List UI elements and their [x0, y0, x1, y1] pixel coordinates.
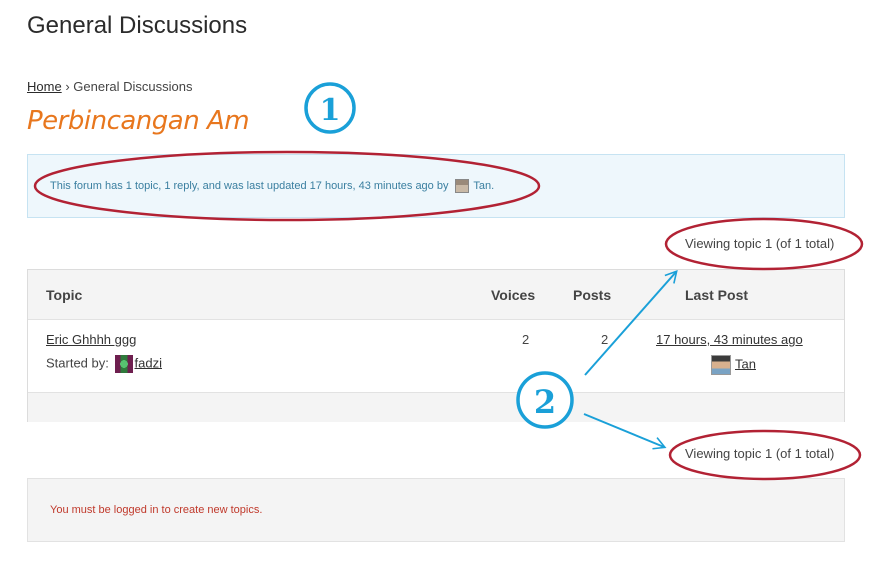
forum-info-box: This forum has 1 topic, 1 reply, and was… — [27, 154, 845, 218]
pagination-count-top: Viewing topic 1 (of 1 total) — [685, 236, 835, 251]
forum-info-text: This forum has 1 topic, 1 reply, and was… — [50, 179, 495, 193]
breadcrumb-home-link[interactable]: Home — [27, 79, 62, 94]
fadzi-avatar-icon[interactable] — [114, 355, 133, 373]
last-post-time-link[interactable]: 17 hours, 43 minutes ago — [656, 332, 803, 347]
table-header: Topic Voices Posts Last Post — [28, 270, 844, 320]
breadcrumb: Home › General Discussions — [27, 79, 193, 94]
pagination-count-bottom: Viewing topic 1 (of 1 total) — [685, 446, 835, 461]
forum-info-sentence: This forum has 1 topic, 1 reply, and was… — [50, 179, 449, 192]
page-title: General Discussions — [27, 12, 248, 39]
last-post-author: Tan — [711, 355, 756, 375]
topic-started-by: Started by: fadzi — [46, 355, 162, 373]
started-by-label: Started by: — [46, 355, 109, 371]
table-row: Eric Ghhhh ggg Started by: fadzi 2 2 17 … — [28, 320, 844, 392]
breadcrumb-separator: › — [65, 79, 70, 94]
header-posts: Posts — [573, 287, 612, 303]
login-notice-box: You must be logged in to create new topi… — [27, 478, 845, 542]
last-post-author-link[interactable]: Tan — [735, 356, 756, 371]
topic-voices-count: 2 — [522, 332, 530, 347]
topic-posts-count: 2 — [601, 332, 609, 347]
header-topic: Topic — [46, 287, 83, 303]
header-voices: Voices — [491, 287, 536, 303]
avatar-icon[interactable] — [454, 179, 469, 193]
table-footer — [28, 392, 844, 422]
topic-title-link[interactable]: Eric Ghhhh ggg — [46, 332, 136, 347]
login-notice-text: You must be logged in to create new topi… — [50, 504, 263, 516]
last-updated-author-link[interactable]: Tan — [473, 180, 491, 192]
topics-table: Topic Voices Posts Last Post Eric Ghhhh … — [27, 269, 845, 422]
forum-heading: Perbincangan Am — [27, 106, 250, 136]
annotation-marker-1: 1 — [320, 93, 341, 128]
topic-author-link[interactable]: fadzi — [135, 355, 162, 370]
breadcrumb-current: General Discussions — [73, 79, 193, 94]
tan-avatar-icon[interactable] — [711, 355, 731, 375]
annotation-marker-circle-1 — [304, 82, 356, 134]
header-last-post: Last Post — [685, 287, 749, 303]
